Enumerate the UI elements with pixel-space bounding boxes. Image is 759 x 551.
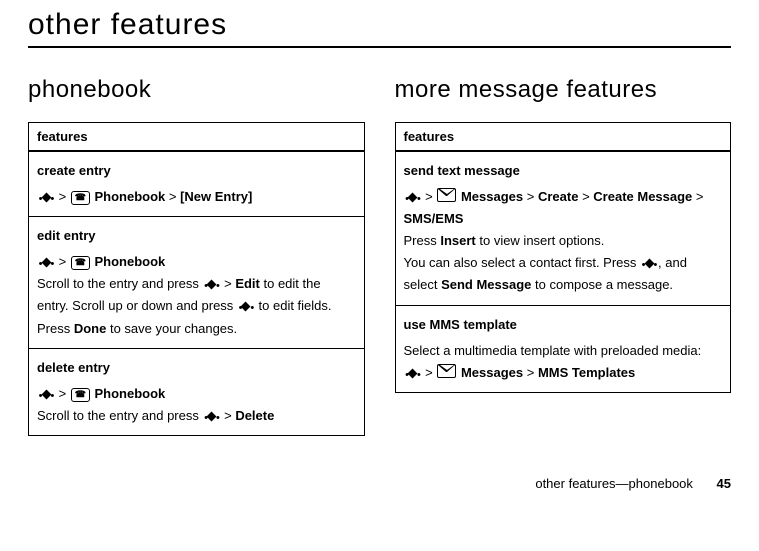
entry-title: delete entry: [37, 357, 356, 379]
phonebook-app-icon: ☎: [71, 191, 90, 205]
center-key-icon: [404, 366, 422, 385]
page-footer: other features—phonebook 45: [28, 476, 731, 491]
label-phonebook: Phonebook: [94, 254, 165, 269]
row-mms-template: use MMS template Select a multimedia tem…: [395, 305, 731, 392]
section-heading-messages: more message features: [395, 76, 732, 104]
nav-path: > ☎ Phonebook > [New Entry]: [37, 189, 252, 204]
entry-title: send text message: [404, 160, 723, 182]
center-key-icon: [37, 255, 55, 274]
page-number: 45: [717, 476, 731, 491]
document-page: other features phonebook features create…: [0, 0, 759, 505]
gt: >: [582, 189, 590, 204]
gt: >: [527, 189, 535, 204]
row-delete-entry: delete entry > ☎ Phonebook Scroll to the…: [29, 348, 365, 435]
nav-path: > Messages > MMS Templates: [404, 365, 636, 380]
label-phonebook: Phonebook: [94, 386, 165, 401]
label-new-entry: [New Entry]: [180, 189, 252, 204]
entry-title: create entry: [37, 160, 356, 182]
center-key-icon: [237, 299, 255, 318]
label-sms-ems: SMS/EMS: [404, 211, 464, 226]
label-mms-templates: MMS Templates: [538, 365, 635, 380]
body-text: Press Insert to view insert options.: [404, 230, 723, 252]
text: You can also select a contact first. Pre…: [404, 255, 641, 270]
phonebook-app-icon: ☎: [71, 388, 90, 402]
gt: >: [59, 254, 67, 269]
center-key-icon: [202, 277, 220, 296]
phonebook-table: features create entry > ☎ Phonebook > [N…: [28, 122, 365, 436]
center-key-icon: [37, 190, 55, 209]
gt: >: [696, 189, 704, 204]
text: to view insert options.: [476, 233, 605, 248]
nav-path: > ☎ Phonebook: [37, 254, 165, 269]
center-key-icon: [404, 190, 422, 209]
page-title: other features: [28, 8, 731, 42]
text: to compose a message.: [531, 277, 673, 292]
title-rule: [28, 46, 731, 48]
footer-text: other features—phonebook: [535, 476, 693, 491]
text: to save your changes.: [106, 321, 237, 336]
center-key-icon: [37, 387, 55, 406]
text: Scroll to the entry and press: [37, 276, 202, 291]
table-header: features: [29, 123, 365, 152]
gt: >: [527, 365, 535, 380]
right-column: more message features features send text…: [395, 76, 732, 393]
text: Scroll to the entry and press: [37, 408, 202, 423]
nav-path: > Messages > Create > Create Message > S…: [404, 189, 704, 226]
label-insert: Insert: [440, 233, 475, 248]
messages-app-icon: [437, 188, 456, 202]
columns: phonebook features create entry > ☎ Phon…: [28, 76, 731, 436]
entry-title: use MMS template: [404, 314, 723, 336]
body-text: You can also select a contact first. Pre…: [404, 252, 723, 296]
body-text: Scroll to the entry and press > Delete: [37, 405, 356, 427]
row-send-text-message: send text message > Messages > Create > …: [395, 151, 731, 305]
gt: >: [169, 189, 177, 204]
center-key-icon: [202, 409, 220, 428]
row-create-entry: create entry > ☎ Phonebook > [New Entry]: [29, 151, 365, 217]
gt: >: [220, 408, 235, 423]
gt: >: [59, 189, 67, 204]
label-done: Done: [74, 321, 107, 336]
label-delete: Delete: [235, 408, 274, 423]
label-edit: Edit: [235, 276, 260, 291]
label-create: Create: [538, 189, 578, 204]
label-messages: Messages: [461, 189, 523, 204]
gt: >: [425, 189, 433, 204]
label-phonebook: Phonebook: [94, 189, 165, 204]
messages-app-icon: [437, 364, 456, 378]
gt: >: [59, 386, 67, 401]
label-create-message: Create Message: [593, 189, 692, 204]
body-text: Scroll to the entry and press > Edit to …: [37, 273, 356, 339]
gt: >: [425, 365, 433, 380]
row-edit-entry: edit entry > ☎ Phonebook Scroll to the e…: [29, 217, 365, 348]
body-text: Select a multimedia template with preloa…: [404, 340, 723, 362]
label-send-message: Send Message: [441, 277, 531, 292]
text: Press: [404, 233, 441, 248]
nav-path: > ☎ Phonebook: [37, 386, 165, 401]
messages-table: features send text message > Messages > …: [395, 122, 732, 393]
phonebook-app-icon: ☎: [71, 256, 90, 270]
table-header: features: [395, 123, 731, 152]
left-column: phonebook features create entry > ☎ Phon…: [28, 76, 365, 436]
gt: >: [220, 276, 235, 291]
entry-title: edit entry: [37, 225, 356, 247]
section-heading-phonebook: phonebook: [28, 76, 365, 104]
center-key-icon: [640, 256, 658, 275]
label-messages: Messages: [461, 365, 523, 380]
